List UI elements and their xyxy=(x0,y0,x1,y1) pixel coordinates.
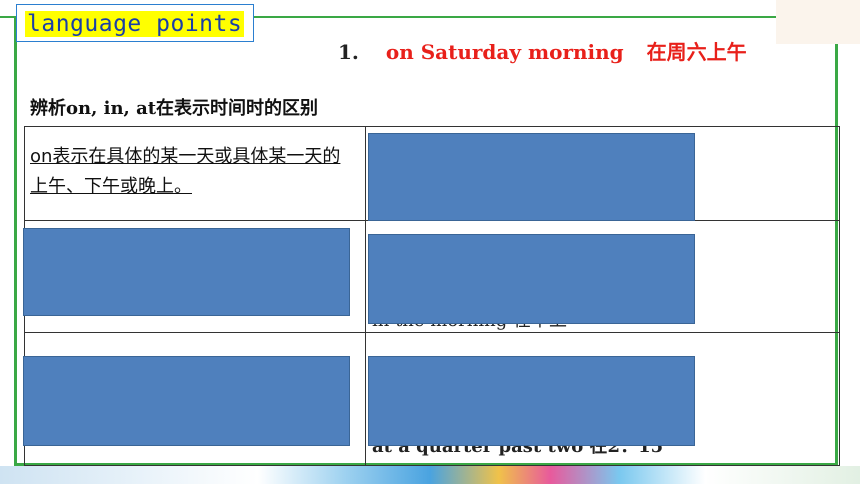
table-row-divider xyxy=(24,332,840,333)
row1-left-cell: on表示在具体的某一天或具体某一天的上午、下午或晚上。 xyxy=(30,146,341,197)
cover-card-row2-left[interactable] xyxy=(23,228,350,316)
item-heading: 1. on Saturday morning 在周六上午 xyxy=(338,36,747,65)
cover-card-row3-right[interactable] xyxy=(368,356,695,446)
item-number: 1. xyxy=(338,40,359,64)
section-subtitle: 辨析on, in, at在表示时间时的区别 xyxy=(30,98,319,119)
cover-card-row1-right[interactable] xyxy=(368,133,695,221)
table-column-divider xyxy=(365,126,366,466)
corner-decoration xyxy=(776,0,860,44)
section-badge: language points xyxy=(16,4,254,42)
phrase-chinese: 在周六上午 xyxy=(646,40,747,64)
phrase-english: on Saturday morning xyxy=(385,40,624,64)
cover-card-row2-right[interactable] xyxy=(368,234,695,324)
badge-label: language points xyxy=(25,11,245,37)
bottom-decoration xyxy=(0,466,860,484)
cover-card-row3-left[interactable] xyxy=(23,356,350,446)
